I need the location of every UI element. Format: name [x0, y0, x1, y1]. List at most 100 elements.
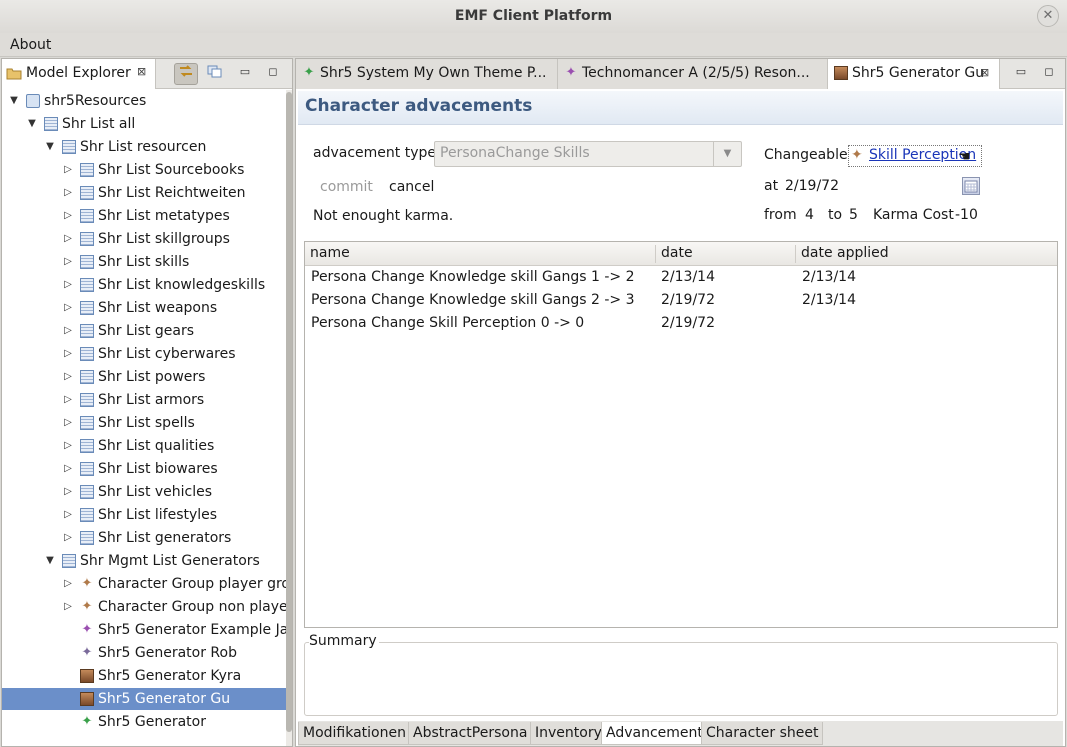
tree-item-label: Shr List lifestyles: [98, 507, 218, 523]
table-row[interactable]: Persona Change Knowledge skill Gangs 1 -…: [305, 266, 1057, 289]
tree-item[interactable]: ▷ Shr List knowledgeskills: [2, 274, 286, 296]
editor-tab-technomancer[interactable]: ✦ Technomancer A (2/5/5) Reson...: [558, 59, 828, 89]
tree-scrollbar[interactable]: [286, 90, 292, 746]
chevron-right-icon[interactable]: ▷: [62, 389, 74, 411]
maximize-icon[interactable]: ◻: [266, 65, 280, 79]
chevron-down-icon[interactable]: ▼: [713, 142, 741, 166]
chevron-right-icon[interactable]: ▷: [62, 412, 74, 434]
column-separator[interactable]: [795, 245, 796, 263]
tree-item[interactable]: ✦ Shr5 Generator Rob: [2, 642, 286, 664]
window-title: EMF Client Platform: [454, 8, 613, 24]
page-title: Character advacements: [305, 96, 533, 116]
tree-item[interactable]: ▷ Shr List powers: [2, 366, 286, 388]
tree-item[interactable]: ▷ Shr List armors: [2, 389, 286, 411]
column-header-date[interactable]: date: [661, 245, 693, 261]
link-with-editor-icon[interactable]: [174, 63, 198, 85]
calendar-icon[interactable]: [962, 177, 980, 195]
window-close-icon[interactable]: ✕: [1037, 5, 1059, 27]
tree-item[interactable]: ▼ Shr List all: [2, 113, 286, 135]
list-icon: [80, 370, 94, 384]
tree-item[interactable]: ▷ Shr List skills: [2, 251, 286, 273]
tree-item[interactable]: ✦ Shr5 Generator Example Jan: [2, 619, 286, 641]
editor-tab-generator-gu[interactable]: Shr5 Generator Gu ⊠: [828, 59, 1000, 89]
tab-inventory[interactable]: Inventory: [530, 722, 607, 745]
tree-item-label: Shr List skills: [98, 254, 190, 270]
cell-date: 2/19/72: [661, 315, 715, 331]
chevron-right-icon[interactable]: ▷: [62, 205, 74, 227]
tree-item-label: shr5Resources: [44, 93, 147, 109]
chevron-right-icon[interactable]: ▷: [62, 228, 74, 250]
tree-item[interactable]: ▷ Shr List vehicles: [2, 481, 286, 503]
chevron-right-icon[interactable]: ▷: [62, 274, 74, 296]
chevron-right-icon[interactable]: ▷: [62, 481, 74, 503]
chevron-down-icon[interactable]: ▼: [8, 90, 20, 112]
menu-about[interactable]: About: [10, 37, 51, 53]
tree-item[interactable]: ▷ Shr List skillgroups: [2, 228, 286, 250]
chevron-down-icon[interactable]: ▼: [44, 550, 56, 572]
chevron-right-icon[interactable]: ▷: [62, 573, 74, 595]
chevron-right-icon[interactable]: ▷: [62, 504, 74, 526]
minimize-icon[interactable]: ▭: [238, 65, 252, 79]
tab-abstractpersona[interactable]: AbstractPersona: [408, 722, 533, 745]
tree-item[interactable]: ▼ Shr List resourcen: [2, 136, 286, 158]
tree-item[interactable]: ▷ ✦ Character Group non player: [2, 596, 286, 618]
chevron-right-icon[interactable]: ▷: [62, 320, 74, 342]
chevron-right-icon[interactable]: ▷: [62, 366, 74, 388]
tree-item[interactable]: ▷ Shr List metatypes: [2, 205, 286, 227]
list-icon: [80, 485, 94, 499]
tree-item[interactable]: ▼ shr5Resources: [2, 90, 286, 112]
tree-item[interactable]: ▷ Shr List qualities: [2, 435, 286, 457]
tree-item[interactable]: ▷ Shr List generators: [2, 527, 286, 549]
chevron-right-icon[interactable]: ▷: [62, 297, 74, 319]
column-header-name[interactable]: name: [310, 245, 350, 261]
table-row[interactable]: Persona Change Skill Perception 0 -> 0 2…: [305, 312, 1057, 335]
tree-item[interactable]: ▷ Shr List cyberwares: [2, 343, 286, 365]
tree-item[interactable]: ▼ Shr Mgmt List Generators: [2, 550, 286, 572]
editor-page-tabs: Modifikationen AbstractPersona Inventory…: [298, 721, 1063, 746]
chevron-right-icon[interactable]: ▷: [62, 458, 74, 480]
tab-modifikationen[interactable]: Modifikationen: [298, 722, 411, 745]
chevron-down-icon[interactable]: ▼: [26, 113, 38, 135]
tree-item[interactable]: Shr5 Generator Gu: [2, 688, 286, 710]
chevron-right-icon[interactable]: ▷: [62, 527, 74, 549]
commit-button[interactable]: commit: [320, 179, 373, 195]
maximize-icon[interactable]: ◻: [1042, 65, 1056, 79]
chevron-right-icon[interactable]: ▷: [62, 343, 74, 365]
tree-item[interactable]: ▷ Shr List spells: [2, 412, 286, 434]
tab-model-explorer[interactable]: Model Explorer ⊠: [2, 59, 156, 89]
collapse-all-icon[interactable]: [202, 63, 226, 85]
tree-item[interactable]: Shr5 Generator Kyra: [2, 665, 286, 687]
tree-item[interactable]: ▷ Shr List weapons: [2, 297, 286, 319]
column-separator[interactable]: [655, 245, 656, 263]
chevron-right-icon[interactable]: ▷: [62, 251, 74, 273]
tree-item[interactable]: ▷ Shr List Reichtweiten: [2, 182, 286, 204]
advancement-type-select[interactable]: PersonaChange Skills ▼: [434, 141, 742, 167]
chevron-right-icon[interactable]: ▷: [62, 596, 74, 618]
minimize-icon[interactable]: ▭: [1014, 65, 1028, 79]
tree-item[interactable]: ▷ ✦ Character Group player grou: [2, 573, 286, 595]
tree-item[interactable]: ▷ Shr List Sourcebooks: [2, 159, 286, 181]
chevron-right-icon[interactable]: ▷: [62, 182, 74, 204]
tab-label: Shr5 Generator Gu: [852, 65, 985, 81]
chevron-right-icon[interactable]: ▷: [62, 159, 74, 181]
menubar: About: [0, 33, 1067, 57]
tab-advancement[interactable]: Advancement: [601, 722, 708, 745]
tree-item[interactable]: ▷ Shr List biowares: [2, 458, 286, 480]
tab-character-sheet[interactable]: Character sheet: [701, 722, 824, 745]
tree-item-label: Shr List Sourcebooks: [98, 162, 245, 178]
chevron-down-icon[interactable]: ▼: [44, 136, 56, 158]
cancel-button[interactable]: cancel: [389, 179, 434, 195]
list-icon: [80, 462, 94, 476]
tree-item[interactable]: ▷ Shr List lifestyles: [2, 504, 286, 526]
status-message: Not enought karma.: [313, 208, 454, 224]
chevron-right-icon[interactable]: ▷: [62, 435, 74, 457]
table-row[interactable]: Persona Change Knowledge skill Gangs 2 -…: [305, 289, 1057, 312]
tree-item-label: Shr5 Generator Rob: [98, 645, 237, 661]
close-icon[interactable]: ⊠: [980, 66, 989, 79]
close-icon[interactable]: ⊠: [137, 65, 146, 78]
tree-item[interactable]: ✦ Shr5 Generator: [2, 711, 286, 733]
scrollbar-thumb[interactable]: [286, 92, 292, 732]
editor-tab-shr5-system[interactable]: ✦ Shr5 System My Own Theme P...: [296, 59, 558, 89]
tree-item[interactable]: ▷ Shr List gears: [2, 320, 286, 342]
column-header-date-applied[interactable]: date applied: [801, 245, 889, 261]
